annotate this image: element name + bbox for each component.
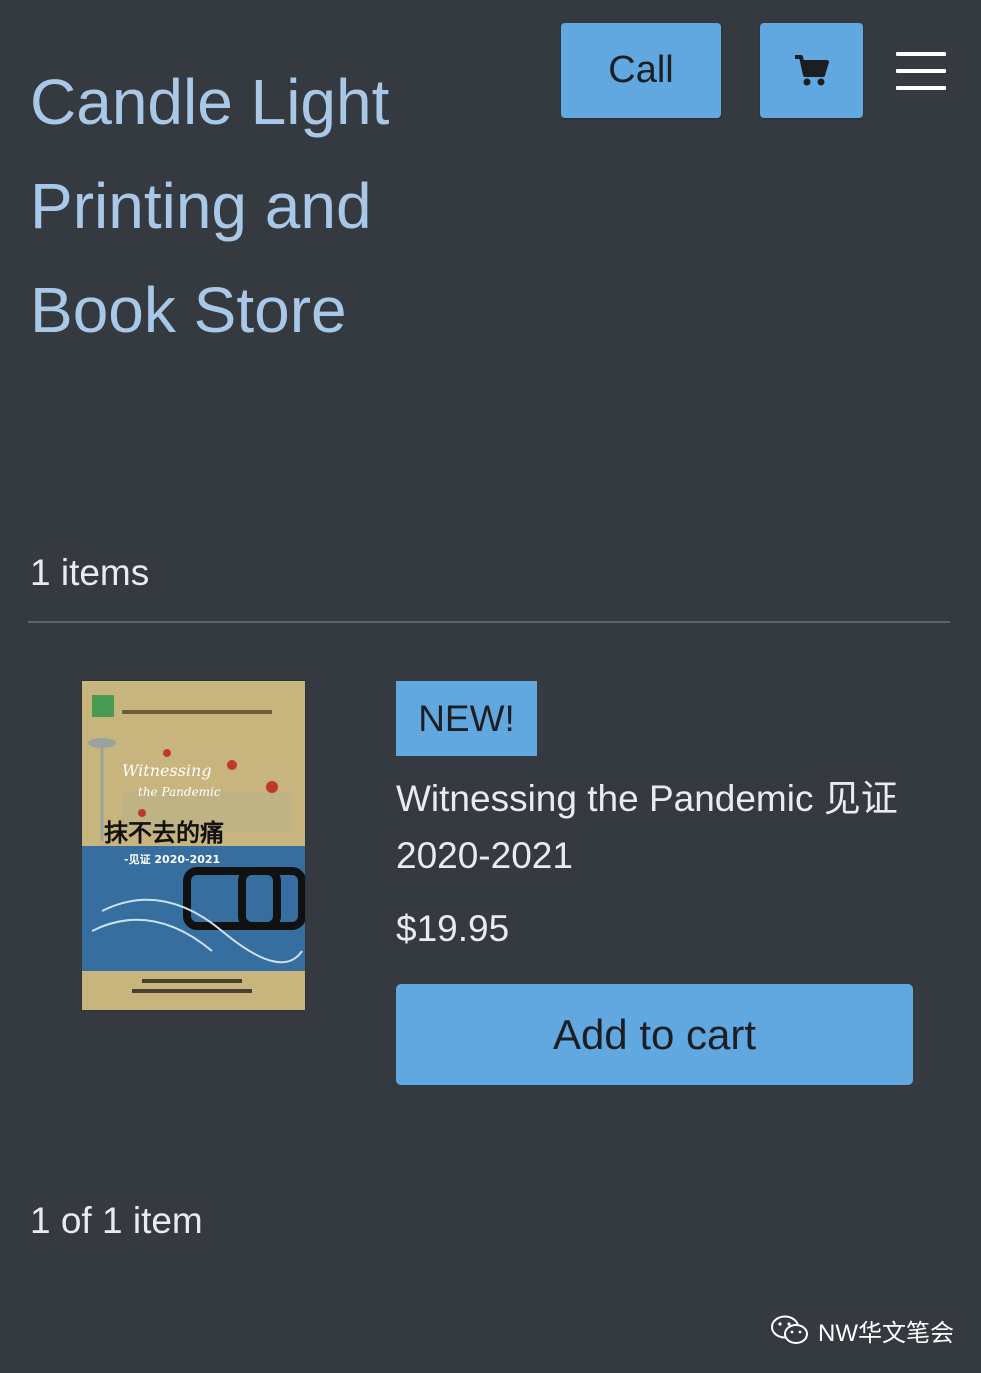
divider [28, 621, 950, 623]
new-badge: NEW! [396, 681, 537, 756]
hamburger-menu-button[interactable] [896, 52, 946, 90]
menu-bar [896, 86, 946, 90]
store-title[interactable]: Candle Light Printing and Book Store [30, 50, 450, 362]
menu-bar [896, 69, 946, 73]
watermark: NW华文笔会 [770, 1310, 954, 1350]
page: Candle Light Printing and Book Store Cal… [0, 0, 981, 1373]
product-price: $19.95 [396, 908, 510, 949]
add-to-cart-button[interactable]: Add to cart [396, 984, 913, 1085]
product-name-link[interactable]: Witnessing the Pandemic 见证 2020-2021 [396, 770, 936, 884]
cover-subtitle: -见证 2020-2021 [124, 853, 221, 866]
book-cover-image[interactable]: Witnessing the Pandemic 抹不去的痛 -见证 2020-2… [82, 681, 305, 1010]
items-count: 1 items [30, 552, 150, 593]
cover-title-zh: 抹不去的痛 [104, 819, 224, 847]
cart-button[interactable] [760, 23, 863, 118]
watermark-text: NW华文笔会 [818, 1319, 954, 1347]
cover-title-en-1: Witnessing [122, 761, 212, 780]
wechat-icon [771, 1315, 808, 1344]
cart-icon [794, 54, 829, 85]
call-button[interactable]: Call [561, 23, 721, 118]
pagination-status: 1 of 1 item [30, 1200, 203, 1241]
menu-bar [896, 52, 946, 56]
cover-title-en-2: the Pandemic [138, 785, 221, 799]
